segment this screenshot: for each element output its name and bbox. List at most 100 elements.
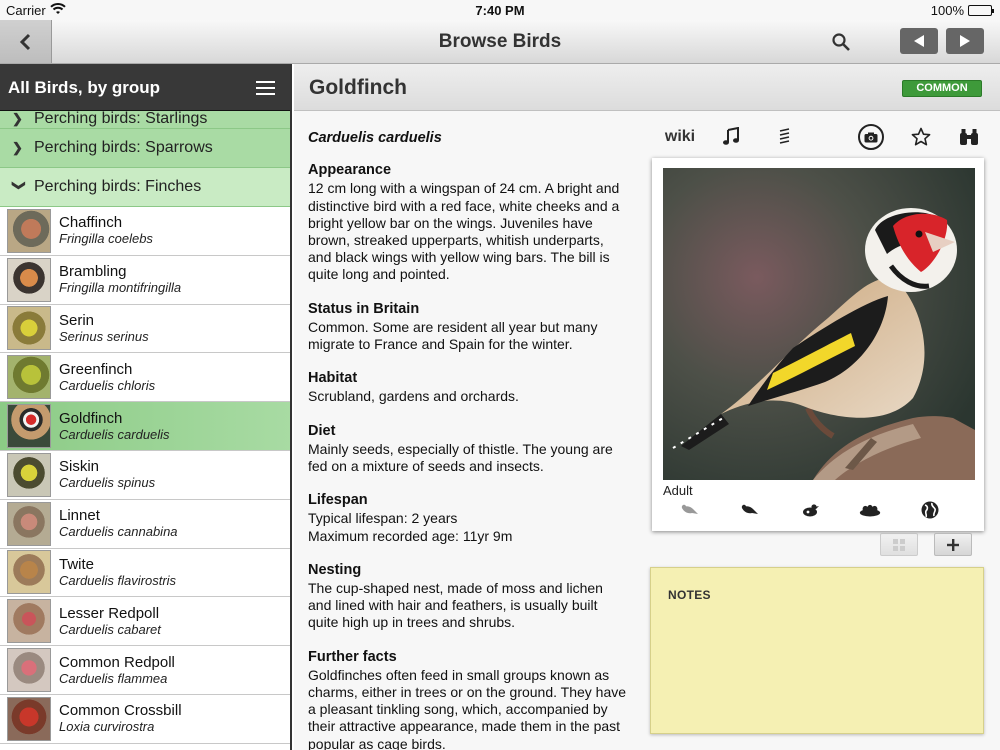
species-description: Carduelis carduelis Appearance 12 cm lon… <box>308 130 628 750</box>
globe-icon[interactable] <box>918 498 942 522</box>
bird-row-brambling[interactable]: Brambling Fringilla montifringilla <box>0 255 290 305</box>
group-list: ❯ Perching birds: Starlings ❯ Perching b… <box>0 111 290 744</box>
detail-panel: Goldfinch COMMON Carduelis carduelis App… <box>294 64 1000 750</box>
grid-icon <box>893 538 905 551</box>
bird-row-common-redpoll[interactable]: Common Redpoll Carduelis flammea <box>0 646 290 695</box>
list-button[interactable] <box>770 122 800 152</box>
section-text-diet: Mainly seeds, especially of thistle. The… <box>308 440 613 475</box>
menu-icon[interactable] <box>256 81 275 95</box>
bird-thumbnail <box>7 550 51 595</box>
section-text-status: Common. Some are resident all year but m… <box>308 318 598 353</box>
grid-view-button[interactable] <box>880 533 918 556</box>
bird-thumbnail <box>7 452 51 497</box>
bird-thumbnail <box>7 257 51 302</box>
sidebar-title: All Birds, by group <box>8 78 161 97</box>
bird-thumbnail <box>7 306 51 351</box>
media-toolbar: wiki <box>650 122 990 152</box>
song-button[interactable] <box>716 122 746 152</box>
bird-thumbnail <box>7 648 51 693</box>
bird-scientific-name: Fringilla coelebs <box>59 231 153 247</box>
bird-scientific-name: Carduelis spinus <box>59 475 156 491</box>
add-photo-button[interactable] <box>934 533 972 556</box>
music-note-icon <box>723 127 739 145</box>
bird-thumbnail <box>7 355 51 400</box>
bird-row-goldfinch[interactable]: Goldfinch Carduelis carduelis <box>0 402 290 451</box>
previous-bird-button[interactable] <box>900 28 938 54</box>
bird-thumbnail <box>7 208 51 253</box>
juvenile-bird-icon[interactable] <box>678 498 702 522</box>
bird-name: Serin <box>59 311 95 329</box>
search-button[interactable] <box>826 28 856 56</box>
status-bar: Carrier 7:40 PM 100% <box>0 0 1000 20</box>
sightings-button[interactable] <box>954 122 984 152</box>
notes-area[interactable]: NOTES <box>650 567 984 734</box>
bird-thumbnail <box>7 501 51 546</box>
adult-bird-icon[interactable] <box>738 498 762 522</box>
photo-card: Adult <box>652 158 984 531</box>
detail-header: Goldfinch COMMON <box>294 64 1000 111</box>
bird-row-linnet[interactable]: Linnet Carduelis cannabina <box>0 499 290 549</box>
photo-type-strip <box>652 498 984 522</box>
bird-name: Linnet <box>59 507 100 525</box>
navigation-bar: Browse Birds <box>0 20 1000 64</box>
group-row-finches[interactable]: ❯ Perching birds: Finches <box>0 168 290 207</box>
group-label: Perching birds: Sparrows <box>34 139 213 156</box>
group-row-starlings[interactable]: ❯ Perching birds: Starlings <box>0 111 290 129</box>
bird-row-common-crossbill[interactable]: Common Crossbill Loxia curvirostra <box>0 694 290 744</box>
bird-scientific-name: Fringilla montifringilla <box>59 280 182 296</box>
chevron-left-icon <box>19 33 30 50</box>
triangle-right-icon <box>960 35 970 47</box>
section-text-further-facts: Goldfinches often feed in small groups k… <box>308 666 627 750</box>
bird-scientific-name: Carduelis cannabina <box>59 524 178 540</box>
section-text-nesting: The cup-shaped nest, made of moss and li… <box>308 580 603 631</box>
bird-thumbnail <box>7 599 51 644</box>
bird-scientific-name: Carduelis carduelis <box>59 426 170 442</box>
battery-icon <box>968 5 994 16</box>
next-bird-button[interactable] <box>946 28 984 54</box>
bird-row-lesser-redpoll[interactable]: Lesser Redpoll Carduelis cabaret <box>0 597 290 647</box>
section-heading-habitat: Habitat <box>308 370 358 387</box>
group-row-sparrows[interactable]: ❯ Perching birds: Sparrows <box>0 129 290 168</box>
back-button[interactable] <box>0 20 52 63</box>
battery-percent: 100% <box>930 3 964 18</box>
bird-scientific-name: Loxia curvirostra <box>59 719 155 735</box>
section-text-appearance: 12 cm long with a wingspan of 24 cm. A b… <box>308 180 620 283</box>
favourite-button[interactable] <box>906 122 936 152</box>
clock: 7:40 PM <box>475 3 525 18</box>
photos-button[interactable] <box>856 122 886 152</box>
chevron-right-icon: ❯ <box>12 111 23 126</box>
bird-name: Twite <box>59 555 95 573</box>
camera-icon <box>858 124 884 150</box>
section-heading-further-facts: Further facts <box>308 648 397 665</box>
photo-caption: Adult <box>663 483 693 498</box>
bird-row-siskin[interactable]: Siskin Carduelis spinus <box>0 450 290 500</box>
bird-in-flight-icon[interactable] <box>798 498 822 522</box>
plus-icon <box>947 538 959 551</box>
section-heading-diet: Diet <box>308 422 336 439</box>
bird-scientific-name: Carduelis chloris <box>59 377 156 393</box>
section-heading-appearance: Appearance <box>308 162 392 179</box>
bird-thumbnail <box>7 696 51 741</box>
bird-row-serin[interactable]: Serin Serinus serinus <box>0 304 290 354</box>
section-text-habitat: Scrubland, gardens and orchards. <box>308 388 519 405</box>
bird-row-greenfinch[interactable]: Greenfinch Carduelis chloris <box>0 353 290 403</box>
star-icon <box>911 127 931 146</box>
bird-thumbnail <box>7 404 51 449</box>
bird-photo[interactable] <box>663 168 975 480</box>
nest-icon[interactable] <box>858 498 882 522</box>
bird-title: Goldfinch <box>309 76 407 99</box>
bird-name: Greenfinch <box>59 360 133 378</box>
bird-scientific-name: Serinus serinus <box>59 328 149 344</box>
bird-name: Lesser Redpoll <box>59 604 160 622</box>
chevron-right-icon: ❯ <box>12 140 23 155</box>
section-heading-nesting: Nesting <box>308 561 362 578</box>
group-label: Perching birds: Starlings <box>34 111 208 127</box>
bird-name: Common Redpoll <box>59 653 175 671</box>
section-text-lifespan: Typical lifespan: 2 years Maximum record… <box>308 510 513 544</box>
wiki-label: wiki <box>664 128 696 145</box>
chevron-down-icon: ❯ <box>12 180 27 191</box>
wiki-button[interactable]: wiki <box>660 122 700 152</box>
bird-name: Brambling <box>59 263 127 281</box>
bird-row-chaffinch[interactable]: Chaffinch Fringilla coelebs <box>0 207 290 256</box>
bird-row-twite[interactable]: Twite Carduelis flavirostris <box>0 548 290 598</box>
